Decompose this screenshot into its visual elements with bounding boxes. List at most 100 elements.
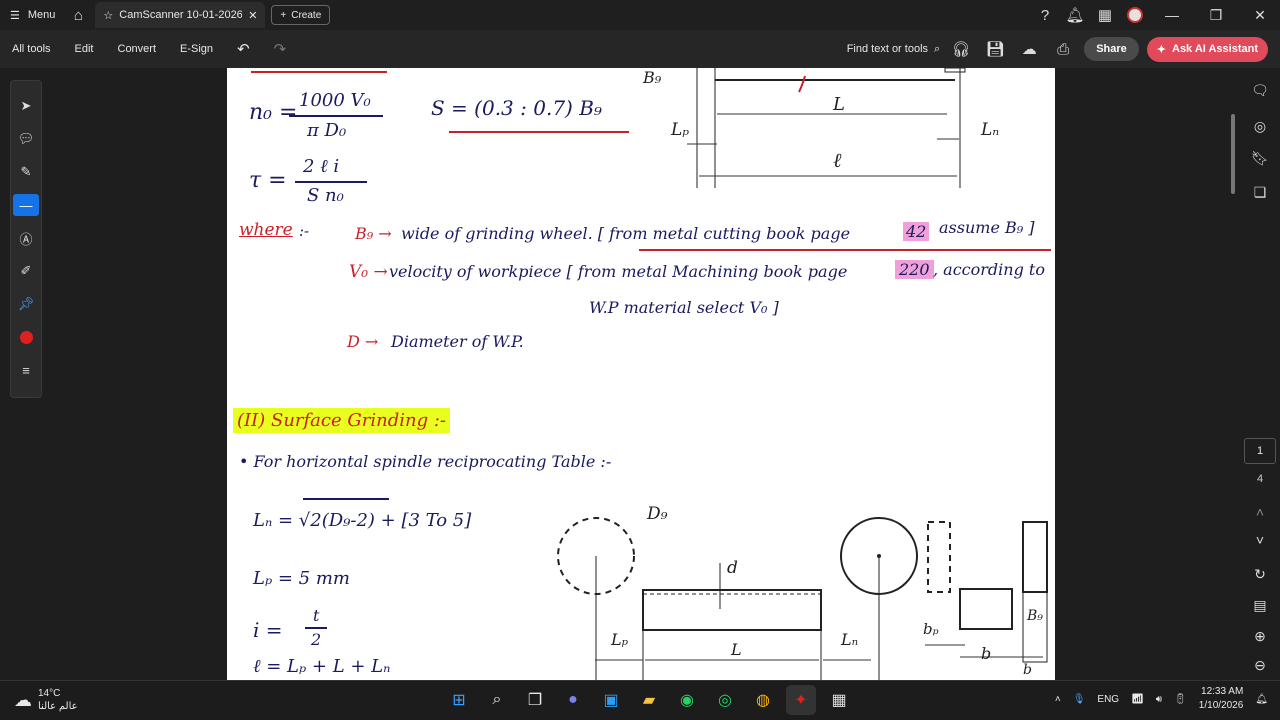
avatar[interactable] [1122, 2, 1148, 28]
fig-label-bg2: B₉ [1027, 608, 1043, 624]
language-indicator[interactable]: ENG [1097, 694, 1119, 705]
star-icon[interactable]: ☆ [103, 9, 113, 22]
comment-icon[interactable]: 💬︎ [13, 128, 39, 150]
def-v0-text: velocity of workpiece [ from metal Machi… [389, 262, 848, 281]
minimize-icon[interactable]: — [1152, 0, 1192, 30]
search-icon[interactable]: ⌕ [482, 685, 512, 715]
scrollbar[interactable] [1231, 114, 1235, 194]
bell-icon[interactable]: 🔔︎ [1062, 2, 1088, 28]
file-explorer-icon[interactable]: ▰ [634, 685, 664, 715]
weather-widget[interactable]: ☁︎ 14°C عالم عالنا [14, 687, 78, 713]
help-icon[interactable]: ? [1032, 2, 1058, 28]
all-tools-button[interactable]: All tools [0, 43, 63, 55]
def-bg-tail: assume B₉ ] [939, 218, 1035, 237]
page-layout-icon[interactable]: ▤ [1248, 593, 1272, 617]
home-icon[interactable]: ⌂ [65, 2, 91, 28]
fig-label-ln2: Lₙ [841, 630, 859, 649]
document-tab[interactable]: ☆ CamScanner 10-01-2026 ... ✕ [95, 2, 266, 28]
convert-button[interactable]: Convert [106, 43, 169, 55]
fig-label-bp: bₚ [923, 620, 939, 638]
fig-label-b2: b [1023, 662, 1032, 678]
fig-label-l: ℓ [833, 148, 842, 172]
eq-n0-denominator: π D₀ [307, 120, 347, 141]
pages-icon[interactable]: ❏ [1248, 180, 1272, 204]
bookmark-icon[interactable]: 🔖︎ [1248, 146, 1272, 170]
apps-grid-icon[interactable]: ▦ [1092, 2, 1118, 28]
menu-button[interactable]: ☰ Menu [0, 0, 65, 30]
find-tools-button[interactable]: Find text or tools ⌕ [847, 43, 941, 56]
print-icon[interactable]: ⎙ [1050, 36, 1076, 62]
create-button[interactable]: + Create [271, 5, 331, 25]
share-button[interactable]: Share [1084, 37, 1139, 61]
fig-label-L2: L [731, 640, 742, 659]
zoom-in-icon[interactable]: ⊕ [1248, 624, 1272, 648]
current-page-input[interactable]: 1 [1244, 438, 1276, 464]
edit-button[interactable]: Edit [63, 43, 106, 55]
fig-label-lp2: Lₚ [611, 630, 629, 649]
teams-icon[interactable]: ● [558, 685, 588, 715]
whatsapp-icon[interactable]: ◎ [710, 685, 740, 715]
more-tools-icon[interactable]: ≡ [13, 359, 39, 381]
read-aloud-icon[interactable]: 🎧︎ [948, 36, 974, 62]
section-title: (II) Surface Grinding :- [233, 408, 450, 433]
wifi-icon[interactable]: 📶︎ [1131, 694, 1144, 705]
fig-label-lp: Lₚ [671, 120, 690, 140]
find-label: Find text or tools [846, 43, 929, 55]
camscanner-icon[interactable]: ▦ [824, 685, 854, 715]
acrobat-icon[interactable]: ✦ [786, 685, 816, 715]
hamburger-icon: ☰ [10, 9, 20, 22]
chevron-up-icon[interactable]: ˄ [1055, 694, 1061, 705]
fraction-bar [305, 627, 327, 629]
comment-panel-icon[interactable]: 🗨︎ [1248, 78, 1272, 102]
upload-icon[interactable]: ☁︎ [1016, 36, 1042, 62]
close-window-icon[interactable]: ✕ [1240, 0, 1280, 30]
volume-icon[interactable]: 🔊︎ [1156, 694, 1162, 705]
def-v0-line2: W.P material select V₀ ] [589, 298, 779, 317]
text-box-icon[interactable]: Ⓐ [13, 227, 39, 249]
save-icon[interactable]: 💾︎ [982, 36, 1008, 62]
pin-icon[interactable]: 📌︎ [13, 293, 39, 315]
draw-icon[interactable]: ✐ [13, 260, 39, 282]
notification-icon[interactable]: 🔔︎ [1255, 694, 1268, 705]
chevron-up-icon[interactable]: ˄ [1248, 500, 1272, 524]
eq-tau-numerator: 2 ℓ i [303, 156, 340, 177]
battery-icon[interactable]: 🔋︎ [1174, 694, 1187, 705]
clock[interactable]: 12:33 AM 1/10/2026 [1199, 685, 1244, 713]
chevron-down-icon[interactable]: ˅ [1248, 528, 1272, 552]
cloud-icon: ☁︎ [14, 689, 32, 710]
rotate-icon[interactable]: ↻ [1248, 562, 1272, 586]
fig-label-b: b [981, 644, 992, 663]
ask-ai-button[interactable]: ✦ Ask AI Assistant [1146, 36, 1268, 62]
restore-icon[interactable]: ❐ [1196, 0, 1236, 30]
taskbar-apps: ⊞ ⌕ ❐ ● ▣ ▰ ◉ ◎ ◍ ✦ ▦ [444, 685, 854, 715]
redo-icon[interactable]: ↷ [262, 40, 299, 58]
highlight-pen-icon[interactable]: ✎ [13, 161, 39, 183]
fig-label-ln: Lₙ [981, 120, 1000, 140]
ask-ai-label: Ask AI Assistant [1172, 43, 1258, 55]
ai-summary-icon[interactable]: ◎ [1248, 114, 1272, 138]
esign-button[interactable]: E-Sign [168, 43, 225, 55]
close-tab-icon[interactable]: ✕ [248, 9, 257, 22]
record-icon[interactable] [13, 326, 39, 348]
fig-label-d: d [727, 558, 738, 578]
store-icon[interactable]: ▣ [596, 685, 626, 715]
def-bg-symbol: B₉ → [355, 224, 392, 243]
fig-label-L: L [833, 94, 845, 115]
whatsapp-icon[interactable]: ◉ [672, 685, 702, 715]
fig-label-dg: D₉ [647, 504, 668, 524]
fraction-bar [295, 181, 367, 183]
task-view-icon[interactable]: ❐ [520, 685, 550, 715]
zoom-out-icon[interactable]: ⊖ [1248, 653, 1272, 677]
underline-tool-icon[interactable]: — [13, 194, 39, 216]
where-suffix: :- [299, 222, 310, 240]
eq-tau-lhs: τ = [249, 168, 287, 193]
chrome-icon[interactable]: ◍ [748, 685, 778, 715]
select-cursor-icon[interactable]: ➤ [13, 95, 39, 117]
eq-i-numerator: t [313, 606, 320, 625]
microphone-icon[interactable]: 🎙︎ [1073, 694, 1086, 705]
ai-icon: ✦ [1156, 43, 1166, 56]
eq-ln: Lₙ = √2(D₉-2) + [3 To 5] [253, 510, 472, 531]
undo-icon[interactable]: ↶ [225, 40, 262, 58]
window-controls: ? 🔔︎ ▦ — ❐ ✕ [1032, 0, 1280, 30]
windows-start-icon[interactable]: ⊞ [444, 685, 474, 715]
